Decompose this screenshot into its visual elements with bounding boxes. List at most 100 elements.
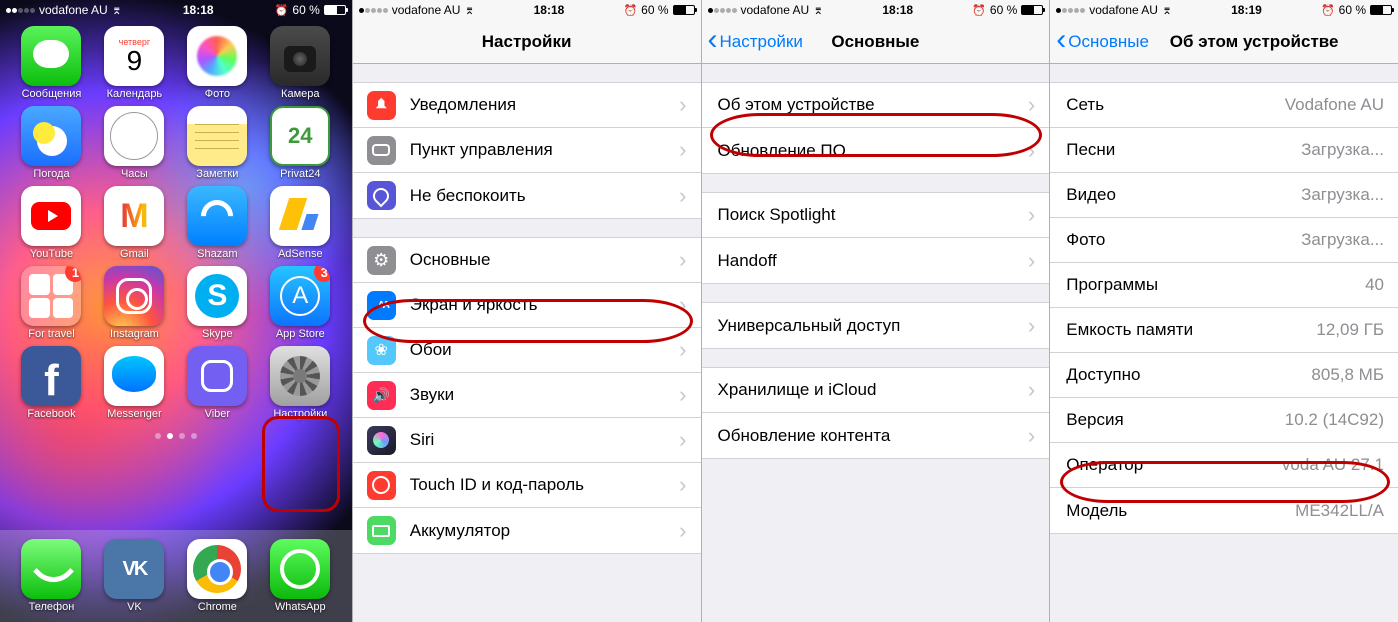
app-label: Viber	[176, 408, 259, 420]
row-label: Обновление ПО	[718, 141, 1022, 161]
chevron-right-icon: ›	[1028, 377, 1035, 403]
row-storage[interactable]: Хранилище и iCloud›	[702, 368, 1050, 413]
row-label: Фото	[1066, 230, 1301, 250]
row-label: Экран и яркость	[410, 295, 673, 315]
app-weather[interactable]: Погода	[10, 106, 93, 180]
app-label: Skype	[176, 328, 259, 340]
folder-icon: 1	[21, 266, 81, 326]
wifi-icon: ⌆	[464, 3, 474, 17]
row-notifications[interactable]: Уведомления›	[353, 83, 701, 128]
row-label: Оператор	[1066, 455, 1282, 475]
app-label: App Store	[259, 328, 342, 340]
app-messages[interactable]: Сообщения	[10, 26, 93, 100]
app-label: For travel	[10, 328, 93, 340]
alarm-icon: ⏰	[1321, 4, 1335, 17]
row-spotlight[interactable]: Поиск Spotlight ›	[702, 193, 1050, 238]
chevron-right-icon: ›	[1028, 202, 1035, 228]
app-gmail[interactable]: Gmail	[93, 186, 176, 260]
battery-icon	[1021, 5, 1043, 15]
speaker-icon	[367, 381, 396, 410]
row-refresh[interactable]: Обновление контента›	[702, 413, 1050, 458]
row-label: Видео	[1066, 185, 1301, 205]
calendar-icon: четверг9	[104, 26, 164, 86]
row-label: Об этом устройстве	[718, 95, 1022, 115]
row-value: 10.2 (14C92)	[1285, 410, 1384, 430]
app-skype[interactable]: Skype	[176, 266, 259, 340]
row-label: Модель	[1066, 501, 1295, 521]
app-photos[interactable]: Фото	[176, 26, 259, 100]
app-folder-fortravel[interactable]: 1 For travel	[10, 266, 93, 340]
row-battery[interactable]: Аккумулятор›	[353, 508, 701, 553]
row-touchid[interactable]: Touch ID и код-пароль›	[353, 463, 701, 508]
phone-icon	[21, 539, 81, 599]
row-label: Handoff	[718, 251, 1022, 271]
app-shazam[interactable]: Shazam	[176, 186, 259, 260]
dock-phone[interactable]: Телефон	[21, 539, 81, 613]
row-wallpaper[interactable]: Обои›	[353, 328, 701, 373]
dock-whatsapp[interactable]: WhatsApp	[270, 539, 330, 613]
app-label: Сообщения	[10, 88, 93, 100]
app-label: Messenger	[93, 408, 176, 420]
dock-chrome[interactable]: Chrome	[187, 539, 247, 613]
row-label: Поиск Spotlight	[718, 205, 1022, 225]
app-youtube[interactable]: YouTube	[10, 186, 93, 260]
row-display[interactable]: Экран и яркость›	[353, 283, 701, 328]
appstore-icon: 3	[270, 266, 330, 326]
alarm-icon: ⏰	[972, 4, 986, 17]
chevron-right-icon: ›	[1028, 92, 1035, 118]
row-label: Универсальный доступ	[718, 316, 1022, 336]
whatsapp-icon	[270, 539, 330, 599]
app-viber[interactable]: Viber	[176, 346, 259, 420]
app-clock[interactable]: Часы	[93, 106, 176, 180]
wifi-icon: ⌆	[813, 3, 823, 17]
wifi-icon: ⌆	[112, 3, 122, 17]
row-network: СетьVodafone AU	[1050, 83, 1398, 128]
row-control-center[interactable]: Пункт управления›	[353, 128, 701, 173]
status-bar: vodafone AU⌆ 18:18 ⏰60 %	[702, 0, 1050, 20]
app-appstore[interactable]: 3 App Store	[259, 266, 342, 340]
row-about[interactable]: Об этом устройстве ›	[702, 83, 1050, 128]
dock-vk[interactable]: VK	[104, 539, 164, 613]
badge: 3	[314, 266, 330, 282]
app-calendar[interactable]: четверг9Календарь	[93, 26, 176, 100]
page-dots	[0, 426, 352, 444]
row-dnd[interactable]: Не беспокоить›	[353, 173, 701, 218]
row-accessibility[interactable]: Универсальный доступ›	[702, 303, 1050, 348]
row-label: Siri	[410, 430, 673, 450]
notes-icon	[187, 106, 247, 166]
battery-icon	[367, 516, 396, 545]
viber-icon	[187, 346, 247, 406]
clock-icon	[104, 106, 164, 166]
carrier-label: vodafone AU	[741, 3, 810, 17]
clock-label: 18:18	[823, 3, 972, 17]
row-handoff[interactable]: Handoff ›	[702, 238, 1050, 283]
flower-icon	[367, 336, 396, 365]
row-videos: ВидеоЗагрузка...	[1050, 173, 1398, 218]
nav-bar: Основные Об этом устройстве	[1050, 20, 1398, 64]
app-privat24[interactable]: Privat24	[259, 106, 342, 180]
app-camera[interactable]: Камера	[259, 26, 342, 100]
row-label: Звуки	[410, 385, 673, 405]
app-settings[interactable]: Настройки	[259, 346, 342, 420]
row-label: Основные	[410, 250, 673, 270]
back-label: Основные	[1068, 32, 1149, 52]
app-messenger[interactable]: Messenger	[93, 346, 176, 420]
row-general[interactable]: Основные ›	[353, 238, 701, 283]
row-software-update[interactable]: Обновление ПО›	[702, 128, 1050, 173]
row-label: Емкость памяти	[1066, 320, 1316, 340]
nav-bar: Настройки	[353, 20, 701, 64]
app-adsense[interactable]: AdSense	[259, 186, 342, 260]
app-instagram[interactable]: Instagram	[93, 266, 176, 340]
app-notes[interactable]: Заметки	[176, 106, 259, 180]
messages-icon	[21, 26, 81, 86]
back-button[interactable]: Настройки	[702, 27, 803, 57]
row-sounds[interactable]: Звуки›	[353, 373, 701, 418]
app-label: Facebook	[10, 408, 93, 420]
battery-pct: 60 %	[641, 3, 668, 17]
nav-title: Настройки	[353, 32, 701, 52]
chevron-right-icon: ›	[1028, 248, 1035, 274]
row-siri[interactable]: Siri›	[353, 418, 701, 463]
back-button[interactable]: Основные	[1050, 27, 1149, 57]
app-facebook[interactable]: Facebook	[10, 346, 93, 420]
chevron-right-icon: ›	[679, 247, 686, 273]
